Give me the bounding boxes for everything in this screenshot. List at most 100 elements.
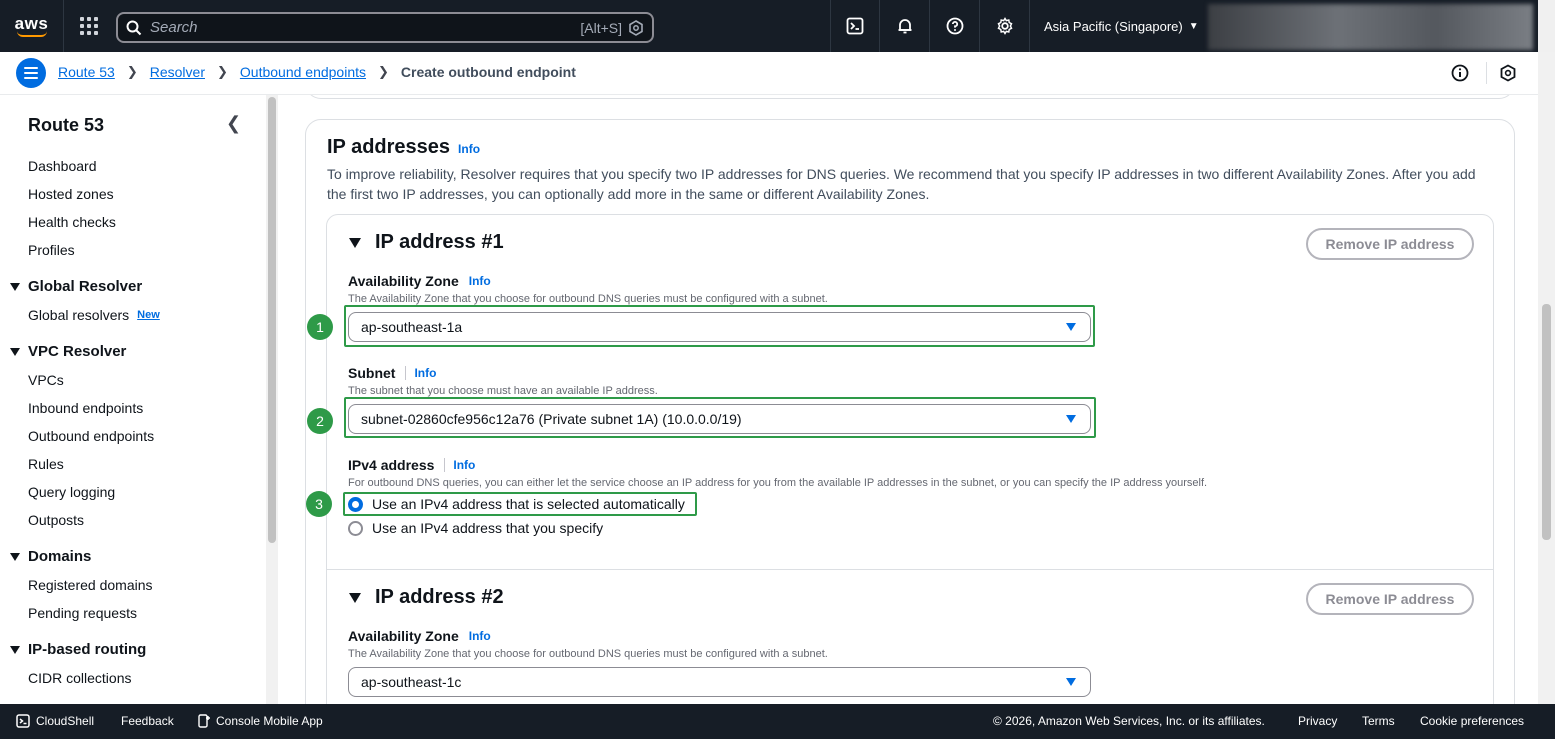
- menu-toggle-button[interactable]: [16, 58, 46, 88]
- settings-button[interactable]: [980, 0, 1030, 52]
- radio-label: Use an IPv4 address that you specify: [372, 520, 604, 536]
- caret-down-icon: [10, 552, 20, 561]
- footer-label: Console Mobile App: [216, 714, 323, 728]
- footer-label: CloudShell: [36, 714, 95, 728]
- terms-link[interactable]: Terms: [1362, 714, 1395, 728]
- sidebar-section-global-resolver[interactable]: Global Resolver: [10, 278, 142, 295]
- breadcrumb: Route 53 ❯ Resolver ❯ Outbound endpoints…: [58, 64, 576, 80]
- info-panel-button[interactable]: [1451, 62, 1469, 84]
- nav-icon-group: [830, 0, 1030, 52]
- notifications-button[interactable]: [880, 0, 930, 52]
- card-description: To improve reliability, Resolver require…: [327, 166, 1476, 202]
- ipv4-manual-radio[interactable]: Use an IPv4 address that you specify: [348, 520, 603, 536]
- info-link[interactable]: Info: [453, 458, 475, 472]
- collapse-sidebar-icon[interactable]: ❮: [226, 113, 241, 134]
- sidebar-item-query-logging[interactable]: Query logging: [28, 484, 115, 500]
- caret-down-icon: [10, 645, 20, 654]
- breadcrumb-resolver[interactable]: Resolver: [150, 64, 205, 80]
- bell-icon: [898, 19, 911, 34]
- chevron-right-icon: ❯: [126, 64, 138, 79]
- sidebar-scroll-thumb[interactable]: [268, 97, 276, 543]
- sidebar-scrollbar[interactable]: [266, 95, 278, 704]
- amazon-q-button[interactable]: [1500, 62, 1516, 84]
- breadcrumb-outbound-endpoints[interactable]: Outbound endpoints: [240, 64, 366, 80]
- console-footer: CloudShell Feedback Console Mobile App ©…: [0, 704, 1555, 739]
- aws-logo-text: aws: [14, 13, 49, 33]
- availability-zone-2-select[interactable]: ap-southeast-1c: [348, 667, 1091, 697]
- side-navigation: Route 53 ❮ Dashboard Hosted zones Health…: [0, 95, 264, 704]
- sidebar-item-outposts[interactable]: Outposts: [28, 512, 84, 528]
- sidebar-item-hosted-zones[interactable]: Hosted zones: [28, 186, 114, 202]
- field-description: The Availability Zone that you choose fo…: [348, 648, 828, 660]
- sidebar-item-pending-requests[interactable]: Pending requests: [28, 605, 137, 621]
- sidebar-section-vpc-resolver[interactable]: VPC Resolver: [10, 343, 126, 360]
- previous-section-card: [305, 95, 1515, 99]
- ip-address-2-toggle[interactable]: IP address #2: [349, 586, 504, 609]
- caret-down-icon: [1066, 678, 1076, 686]
- info-link[interactable]: Info: [414, 366, 436, 380]
- cloudshell-button[interactable]: [830, 0, 880, 52]
- breadcrumb-route53[interactable]: Route 53: [58, 64, 115, 80]
- caret-down-icon: [349, 237, 361, 248]
- feedback-link[interactable]: Feedback: [121, 714, 174, 728]
- console-mobile-app-link[interactable]: Console Mobile App: [198, 714, 323, 728]
- sidebar-section-ip-based-routing[interactable]: IP-based routing: [10, 641, 146, 658]
- step-badge-2: 2: [307, 408, 333, 434]
- field-label: Availability Zone: [348, 273, 459, 289]
- account-menu-redacted[interactable]: [1208, 4, 1533, 50]
- highlight-box-1: [344, 305, 1095, 347]
- subnet-label-row: Subnet Info: [348, 365, 436, 381]
- cloudshell-icon: [16, 714, 30, 728]
- info-circle-icon: [1451, 64, 1469, 82]
- sidebar-section-domains[interactable]: Domains: [10, 548, 91, 565]
- info-link[interactable]: Info: [458, 142, 480, 156]
- remove-ip-address-1-button[interactable]: Remove IP address: [1306, 228, 1474, 260]
- privacy-link[interactable]: Privacy: [1298, 714, 1337, 728]
- highlight-box-3: [343, 492, 697, 516]
- breadcrumb-current: Create outbound endpoint: [400, 64, 576, 80]
- main-scroll-thumb[interactable]: [1542, 304, 1551, 540]
- sidebar-item-dashboard[interactable]: Dashboard: [28, 158, 97, 174]
- ip-address-list: IP address #1 Remove IP address Availabi…: [326, 214, 1494, 704]
- ip-address-1-toggle[interactable]: IP address #1: [349, 231, 504, 254]
- caret-down-icon: [10, 282, 20, 291]
- info-link[interactable]: Info: [469, 629, 491, 643]
- search-input[interactable]: Search [Alt+S]: [116, 12, 654, 43]
- sidebar-title[interactable]: Route 53: [28, 115, 104, 136]
- sidebar-item-cidr-collections[interactable]: CIDR collections: [28, 670, 131, 686]
- gear-icon: [997, 17, 1012, 35]
- caret-down-icon: ▼: [1188, 20, 1199, 32]
- help-button[interactable]: [930, 0, 980, 52]
- section-heading: IP addresses: [327, 136, 451, 158]
- region-selector[interactable]: Asia Pacific (Singapore) ▼: [1030, 0, 1206, 52]
- section-title: IP-based routing: [28, 641, 147, 658]
- radio-unselected-icon: [348, 520, 363, 536]
- sidebar-item-profiles[interactable]: Profiles: [28, 242, 75, 258]
- highlight-box-2: [344, 397, 1096, 438]
- field-description: For outbound DNS queries, you can either…: [348, 477, 1208, 489]
- grid-icon: [80, 17, 98, 35]
- sidebar-item-rules[interactable]: Rules: [28, 456, 64, 472]
- cloudshell-footer-button[interactable]: CloudShell: [16, 714, 94, 728]
- new-badge: New: [137, 309, 160, 321]
- top-scroll-track: [1538, 0, 1555, 52]
- sidebar-item-registered-domains[interactable]: Registered domains: [28, 577, 153, 593]
- info-link[interactable]: Info: [469, 274, 491, 288]
- field-description: The Availability Zone that you choose fo…: [348, 293, 828, 305]
- sidebar-item-health-checks[interactable]: Health checks: [28, 214, 116, 230]
- sidebar-item-outbound-endpoints[interactable]: Outbound endpoints: [28, 428, 154, 444]
- services-menu-button[interactable]: [64, 0, 114, 52]
- az-2-label-row: Availability Zone Info: [348, 628, 491, 644]
- ip-address-2-heading: IP address #2: [375, 586, 504, 608]
- remove-ip-address-2-button[interactable]: Remove IP address: [1306, 583, 1474, 615]
- aws-logo-smile: [16, 31, 47, 37]
- cookie-preferences-link[interactable]: Cookie preferences: [1420, 714, 1524, 728]
- sidebar-item-vpcs[interactable]: VPCs: [28, 372, 64, 388]
- sidebar-item-global-resolvers[interactable]: Global resolvers New: [28, 307, 160, 323]
- aws-logo[interactable]: aws: [0, 0, 64, 52]
- cloudshell-icon: [846, 17, 864, 35]
- main-scrollbar[interactable]: [1538, 52, 1555, 704]
- section-title: VPC Resolver: [28, 343, 127, 360]
- sidebar-item-inbound-endpoints[interactable]: Inbound endpoints: [28, 400, 143, 416]
- caret-down-icon: [10, 347, 20, 356]
